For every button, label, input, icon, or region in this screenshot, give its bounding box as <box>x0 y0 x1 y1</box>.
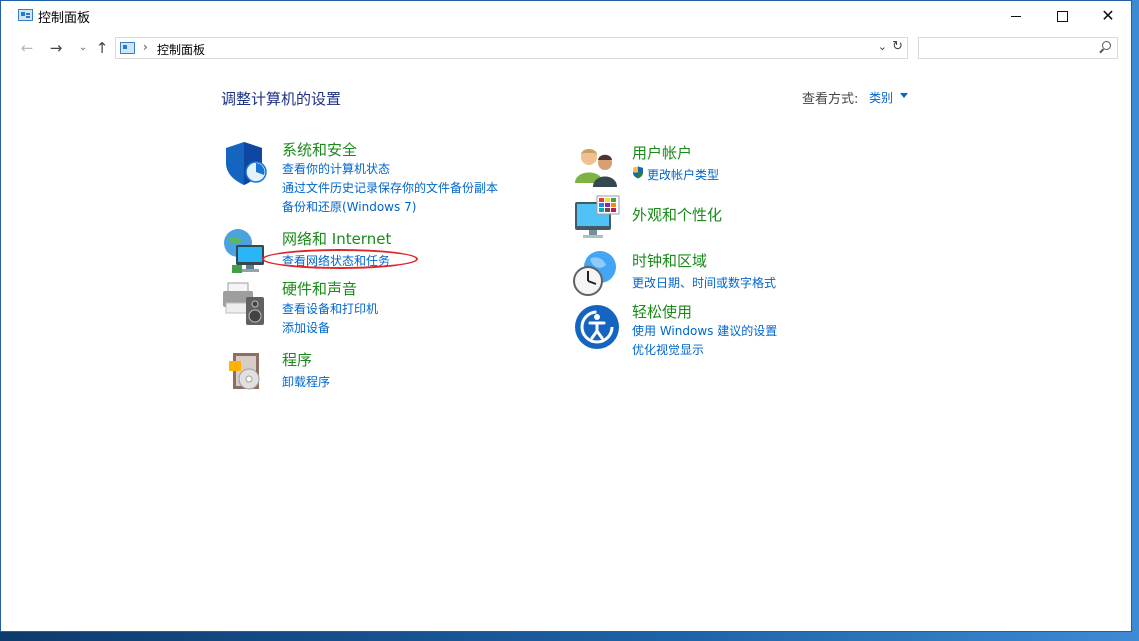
forward-button[interactable]: → <box>47 39 65 57</box>
link-change-date-time-format[interactable]: 更改日期、时间或数字格式 <box>632 274 776 291</box>
close-button[interactable]: ✕ <box>1085 1 1131 31</box>
breadcrumb-separator-icon[interactable]: › <box>143 40 148 54</box>
recent-locations-button[interactable]: ⌄ <box>74 39 92 57</box>
search-icon[interactable] <box>1102 41 1111 50</box>
category-system-security[interactable]: 系统和安全 <box>282 139 357 160</box>
address-bar[interactable]: › 控制面板 ⌄ ↻ <box>115 37 908 59</box>
search-input[interactable] <box>918 37 1118 59</box>
shield-icon[interactable] <box>220 139 268 187</box>
refresh-icon[interactable]: ↻ <box>892 39 903 54</box>
annotation-highlight-ellipse <box>262 249 418 269</box>
close-icon: ✕ <box>1101 6 1115 25</box>
control-panel-icon <box>120 42 135 54</box>
link-uninstall-program[interactable]: 卸载程序 <box>282 373 330 390</box>
category-ease-of-access[interactable]: 轻松使用 <box>632 301 692 322</box>
chevron-down-icon[interactable] <box>900 93 908 98</box>
control-panel-window: 控制面板 ✕ ← → ⌄ ↑ › 控制面板 ⌄ ↻ 调整计算机的设置 查看方式:… <box>0 0 1132 632</box>
globe-monitor-icon[interactable] <box>220 227 268 275</box>
view-by-label: 查看方式: <box>802 92 859 107</box>
link-windows-recommended-settings[interactable]: 使用 Windows 建议的设置 <box>632 322 777 339</box>
page-title: 调整计算机的设置 <box>221 90 342 108</box>
view-by-dropdown[interactable]: 类别 <box>869 89 893 106</box>
address-dropdown-icon[interactable]: ⌄ <box>878 40 887 53</box>
up-button[interactable]: ↑ <box>93 39 111 57</box>
users-icon[interactable] <box>573 141 621 189</box>
uac-shield-icon <box>633 166 643 179</box>
window-title: 控制面板 <box>38 11 91 26</box>
category-appearance-personalization[interactable]: 外观和个性化 <box>632 204 722 225</box>
link-view-computer-status[interactable]: 查看你的计算机状态 <box>282 160 390 177</box>
maximize-button[interactable] <box>1039 1 1085 31</box>
link-backup-restore[interactable]: 备份和还原(Windows 7) <box>282 198 416 215</box>
program-disc-icon[interactable] <box>223 347 271 395</box>
minimize-icon <box>1011 15 1021 17</box>
printer-speaker-icon[interactable] <box>220 279 268 327</box>
category-hardware-sound[interactable]: 硬件和声音 <box>282 278 357 299</box>
category-programs[interactable]: 程序 <box>282 349 312 370</box>
category-clock-region[interactable]: 时钟和区域 <box>632 250 707 271</box>
category-network-internet[interactable]: 网络和 Internet <box>282 228 391 249</box>
link-devices-printers[interactable]: 查看设备和打印机 <box>282 300 378 317</box>
back-button[interactable]: ← <box>18 39 36 57</box>
link-optimize-visual-display[interactable]: 优化视觉显示 <box>632 341 704 358</box>
control-panel-icon <box>18 9 33 21</box>
title-bar[interactable]: 控制面板 ✕ <box>1 1 1131 31</box>
category-user-accounts[interactable]: 用户帐户 <box>632 142 692 163</box>
maximize-icon <box>1056 10 1068 22</box>
monitor-palette-icon[interactable] <box>573 194 621 242</box>
link-change-account-type[interactable]: 更改帐户类型 <box>647 166 719 183</box>
link-file-history-backup[interactable]: 通过文件历史记录保存你的文件备份副本 <box>282 179 498 196</box>
clock-globe-icon[interactable] <box>572 249 620 297</box>
ease-of-access-icon[interactable] <box>573 303 621 351</box>
minimize-button[interactable] <box>993 1 1039 31</box>
breadcrumb-control-panel[interactable]: 控制面板 <box>157 41 205 58</box>
link-add-device[interactable]: 添加设备 <box>282 319 330 336</box>
navigation-bar: ← → ⌄ ↑ › 控制面板 ⌄ ↻ <box>1 35 1131 61</box>
